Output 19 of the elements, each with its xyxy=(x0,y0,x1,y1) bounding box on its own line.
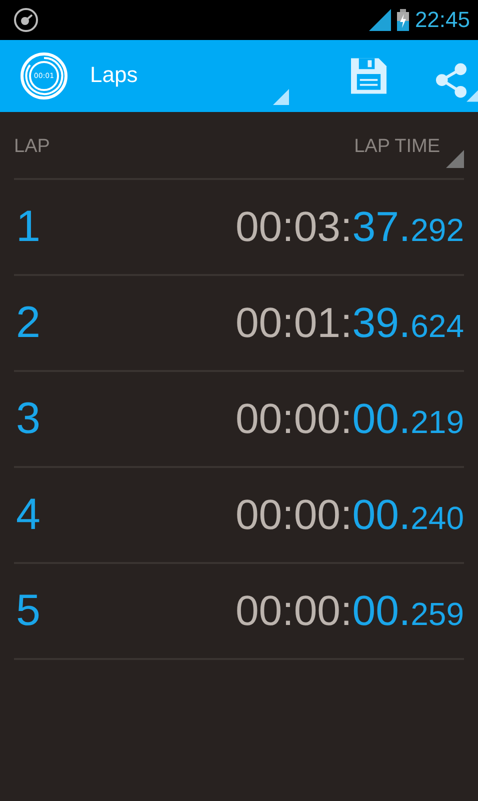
lap-time: 00:00:00.240 xyxy=(235,491,464,539)
lap-number: 1 xyxy=(15,202,40,252)
status-app-icon xyxy=(13,7,39,33)
signal-icon xyxy=(368,9,391,31)
lap-time: 00:00:00.219 xyxy=(235,395,464,443)
lap-number: 2 xyxy=(15,298,40,348)
lap-time: 00:03:37.292 xyxy=(235,203,464,251)
column-header[interactable]: LAP TIME xyxy=(354,136,440,158)
lap-number: 3 xyxy=(15,394,40,444)
battery-icon xyxy=(396,9,409,31)
title-spinner[interactable]: Laps xyxy=(90,54,290,108)
save-icon[interactable] xyxy=(351,58,387,94)
column-header: LAP xyxy=(14,136,50,159)
lap-number: 4 xyxy=(15,490,40,540)
lap-time: 00:00:00.259 xyxy=(235,587,464,635)
status-time: 22:45 xyxy=(414,7,470,33)
lap-time: 00:01:39.624 xyxy=(235,299,464,347)
dropdown-corner-icon[interactable] xyxy=(446,150,464,168)
lap-number: 5 xyxy=(15,586,40,636)
